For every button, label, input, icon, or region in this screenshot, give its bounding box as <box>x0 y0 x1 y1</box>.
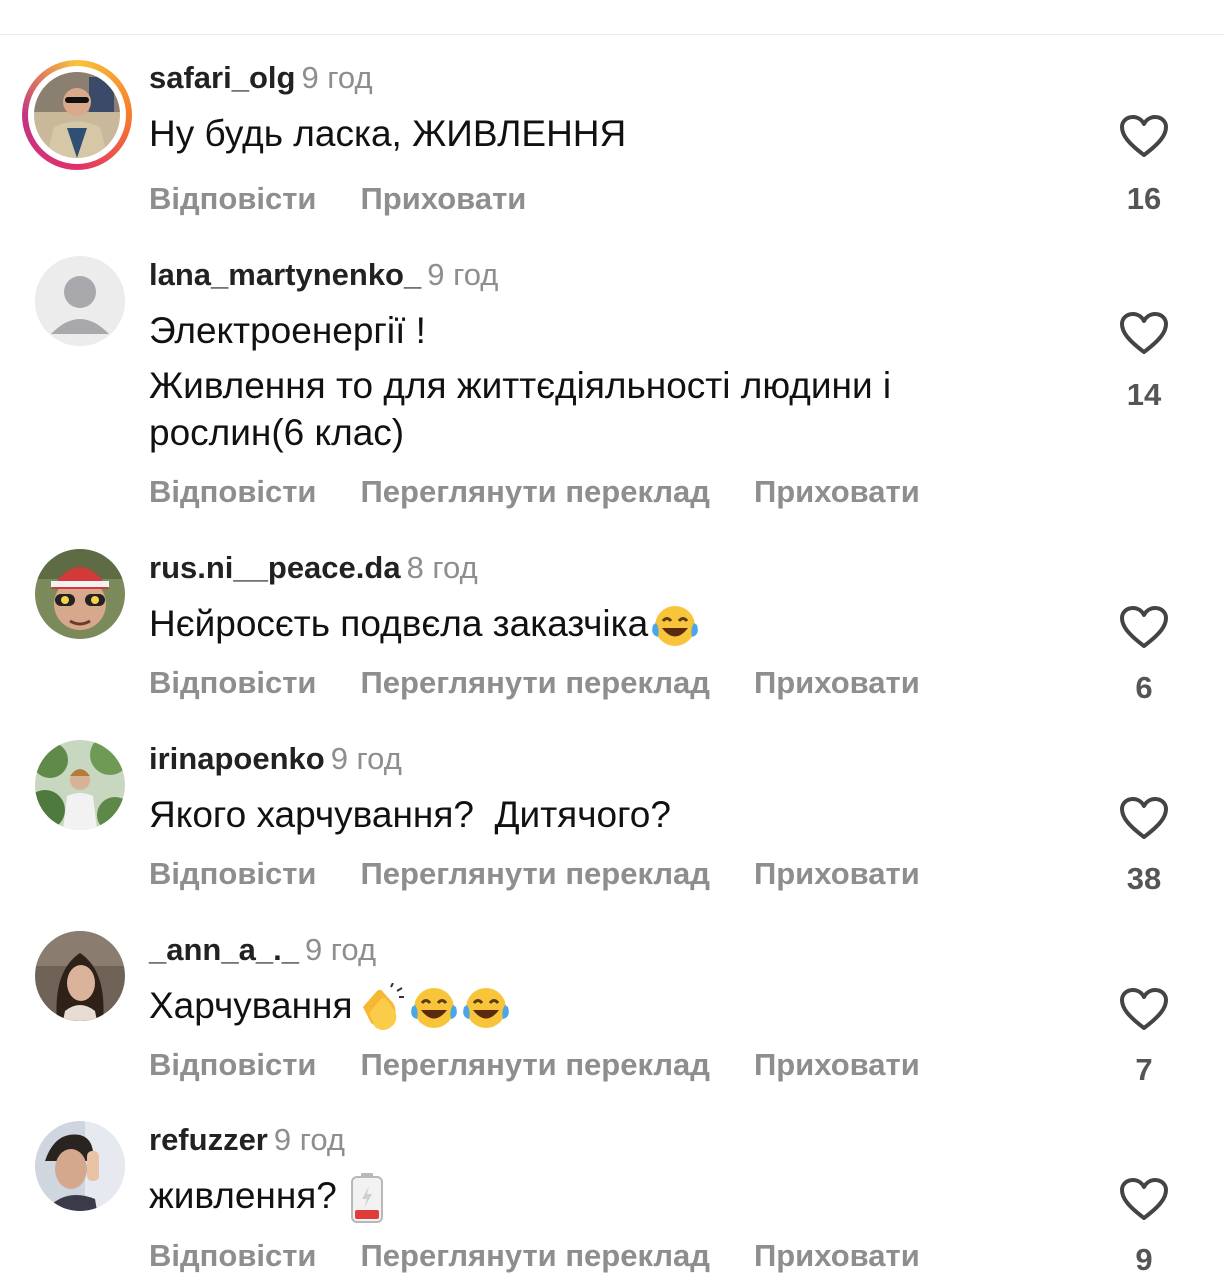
comment-time: 8 год <box>406 550 478 585</box>
low-battery-emoji <box>351 1173 384 1224</box>
reply-button[interactable]: Відповісти <box>149 181 317 216</box>
heart-icon[interactable] <box>1118 113 1170 159</box>
heart-icon[interactable] <box>1118 310 1170 356</box>
comment-time: 9 год <box>427 257 499 292</box>
like-count: 38 <box>1126 861 1162 896</box>
heart-icon[interactable] <box>1118 1176 1170 1222</box>
comment-text: Харчування <box>149 982 1049 1033</box>
comment-username[interactable]: lana_martynenko_ <box>149 257 421 292</box>
comment-text: живлення? <box>149 1172 1049 1224</box>
comment-text: Электроенергії ! Живлення то для життєді… <box>149 310 892 453</box>
hide-button[interactable]: Приховати <box>754 856 920 891</box>
heart-icon[interactable] <box>1118 986 1170 1032</box>
avatar[interactable] <box>35 740 125 830</box>
avatar[interactable] <box>35 256 125 346</box>
like-count: 6 <box>1135 670 1153 705</box>
hide-button[interactable]: Приховати <box>754 1238 920 1273</box>
comment-username[interactable]: safari_olg <box>149 60 295 95</box>
comment-username[interactable]: refuzzer <box>149 1122 268 1157</box>
tears-of-joy-emoji <box>410 988 457 1029</box>
default-user-icon <box>35 256 125 346</box>
comment-time: 9 год <box>301 60 373 95</box>
reply-button[interactable]: Відповісти <box>149 474 317 509</box>
reply-button[interactable]: Відповісти <box>149 1238 317 1273</box>
reply-button[interactable]: Відповісти <box>149 856 317 891</box>
clapping-hands-emoji <box>362 983 404 1031</box>
top-divider <box>0 34 1224 35</box>
like-count: 7 <box>1135 1052 1153 1087</box>
tears-of-joy-emoji <box>462 988 509 1029</box>
hide-button[interactable]: Приховати <box>754 665 920 700</box>
see-translation-button[interactable]: Переглянути переклад <box>361 1238 710 1273</box>
comment-username[interactable]: irinapoenko <box>149 741 325 776</box>
see-translation-button[interactable]: Переглянути переклад <box>361 665 710 700</box>
tears-of-joy-emoji <box>652 606 699 647</box>
comment-time: 9 год <box>273 1122 346 1157</box>
comment-text: Якого харчування? Дитячого? <box>149 794 671 835</box>
comment-text: Ну будь ласка, ЖИВЛЕННЯ <box>149 113 627 154</box>
see-translation-button[interactable]: Переглянути переклад <box>361 856 710 891</box>
avatar[interactable] <box>35 549 125 639</box>
reply-button[interactable]: Відповісти <box>149 665 317 700</box>
avatar[interactable] <box>35 1121 125 1211</box>
comment-username[interactable]: _ann_a_._ <box>149 932 299 967</box>
like-count: 16 <box>1126 181 1162 216</box>
like-count: 14 <box>1126 377 1162 412</box>
heart-icon[interactable] <box>1118 604 1170 650</box>
like-count: 9 <box>1135 1242 1153 1277</box>
comment-time: 9 год <box>304 932 377 967</box>
comment-username[interactable]: rus.ni__peace.da <box>149 550 401 585</box>
hide-button[interactable]: Приховати <box>754 1047 920 1082</box>
hide-button[interactable]: Приховати <box>361 181 527 216</box>
see-translation-button[interactable]: Переглянути переклад <box>361 474 710 509</box>
comment-text: Нєйросєть подвєла заказчіка <box>149 600 1049 649</box>
avatar <box>34 72 120 158</box>
comment-time: 9 год <box>330 741 402 776</box>
reply-button[interactable]: Відповісти <box>149 1047 317 1082</box>
heart-icon[interactable] <box>1118 795 1170 841</box>
avatar-story-ring[interactable] <box>22 60 132 170</box>
see-translation-button[interactable]: Переглянути переклад <box>361 1047 710 1082</box>
avatar[interactable] <box>35 931 125 1021</box>
hide-button[interactable]: Приховати <box>754 474 920 509</box>
